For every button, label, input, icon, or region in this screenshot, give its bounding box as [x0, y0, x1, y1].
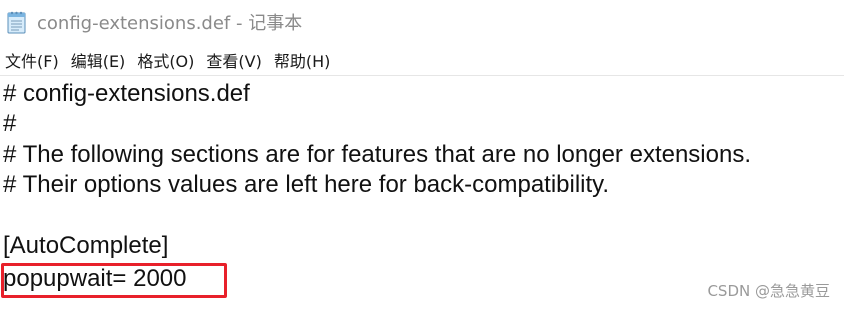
editor-line: # The following sections are for feature… [3, 141, 751, 168]
menu-file[interactable]: 文件(F) [5, 48, 59, 72]
menu-bar: 文件(F) 编辑(E) 格式(O) 查看(V) 帮助(H) [0, 45, 844, 75]
title-bar: config-extensions.def - 记事本 [0, 0, 844, 44]
highlight-annotation-box [1, 263, 227, 298]
editor-line: # config-extensions.def [3, 80, 250, 107]
menu-view[interactable]: 查看(V) [206, 48, 261, 72]
watermark-text: CSDN @急急黄豆 [707, 282, 830, 300]
menu-edit[interactable]: 编辑(E) [71, 48, 126, 72]
window-title: config-extensions.def - 记事本 [37, 13, 303, 34]
text-editor-area[interactable]: # config-extensions.def # # The followin… [0, 76, 844, 309]
editor-line: # [3, 110, 17, 137]
notepad-icon [6, 10, 28, 34]
menu-help[interactable]: 帮助(H) [274, 48, 331, 72]
menu-format[interactable]: 格式(O) [137, 48, 194, 72]
editor-line: [AutoComplete] [3, 232, 169, 259]
editor-line: # Their options values are left here for… [3, 171, 610, 198]
